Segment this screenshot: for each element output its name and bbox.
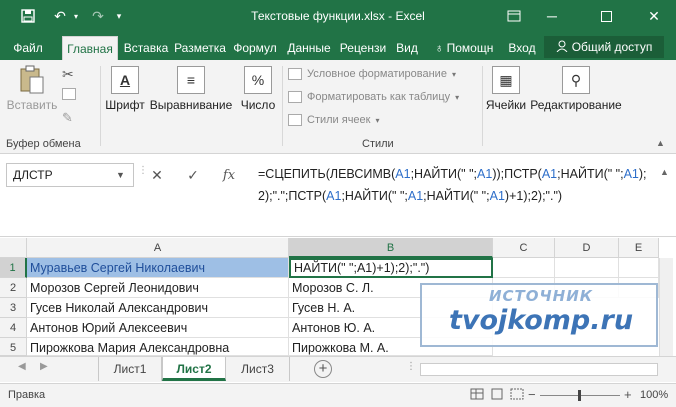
group-divider: [282, 66, 283, 146]
row-header[interactable]: 4: [0, 318, 27, 338]
add-sheet-icon[interactable]: +: [314, 360, 332, 378]
tab-formulas[interactable]: Формул: [228, 36, 282, 60]
cancel-icon[interactable]: ✕: [146, 165, 168, 185]
align-icon: ≡: [177, 66, 205, 94]
tab-file[interactable]: Файл: [6, 36, 50, 60]
conditional-format-icon: [288, 68, 302, 80]
cells-button[interactable]: ▦ Ячейки: [484, 66, 528, 112]
cell-empty[interactable]: [555, 258, 619, 278]
paste-button[interactable]: Вставить: [4, 65, 60, 112]
alignment-button[interactable]: ≡ Выравнивание: [148, 66, 234, 112]
tab-home[interactable]: Главная: [62, 36, 118, 60]
enter-icon[interactable]: ✓: [182, 165, 204, 185]
tab-view[interactable]: Вид: [392, 36, 422, 60]
horizontal-scrollbar[interactable]: [420, 363, 658, 376]
watermark-site: tvojkomp.ru: [448, 305, 634, 336]
column-header-c[interactable]: C: [493, 238, 555, 258]
minimize-icon[interactable]: ─: [534, 0, 570, 32]
insert-function-icon[interactable]: fx: [218, 165, 240, 185]
column-header-b[interactable]: B: [289, 238, 493, 258]
ribbon-tabs: Файл Главная Вставка Разметка Формул Дан…: [0, 32, 676, 60]
cell-a1[interactable]: Муравьев Сергей Николаевич: [27, 258, 289, 278]
select-all-corner[interactable]: [0, 238, 27, 258]
window-title: Текстовые функции.xlsx - Excel: [251, 9, 425, 23]
cell-a3[interactable]: Гусев Николай Александрович: [27, 298, 289, 318]
font-icon: A: [111, 66, 139, 94]
clipboard-icon: [18, 65, 46, 94]
sign-in-link[interactable]: Вход: [504, 36, 540, 60]
cell-a2[interactable]: Морозов Сергей Леонидович: [27, 278, 289, 298]
cell-styles-icon: [288, 114, 302, 126]
styles-group-label: Стили: [362, 138, 394, 150]
group-divider: [482, 66, 483, 146]
ribbon: Вставить ✂ ✎ Буфер обмена A Шрифт ≡ Выра…: [0, 60, 676, 154]
user-icon: [556, 40, 568, 55]
sheet-tab-1[interactable]: Лист1: [98, 357, 162, 381]
zoom-out-icon[interactable]: −: [528, 387, 536, 402]
tab-tell-me[interactable]: ♁ Помощн: [428, 36, 500, 60]
next-sheet-icon[interactable]: ▶: [40, 361, 48, 372]
percent-icon: %: [244, 66, 272, 94]
editing-button[interactable]: ⚲ Редактирование: [530, 66, 622, 112]
cell-styles-button[interactable]: Стили ячеек ▾: [288, 114, 380, 126]
tab-review[interactable]: Рецензи: [336, 36, 390, 60]
collapse-ribbon-icon[interactable]: ▲: [656, 138, 665, 148]
page-layout-icon[interactable]: [490, 388, 504, 403]
sheet-tab-3[interactable]: Лист3: [226, 357, 290, 381]
number-button[interactable]: % Число: [236, 66, 280, 112]
cell-empty[interactable]: [619, 258, 659, 278]
cell-a4[interactable]: Антонов Юрий Алексеевич: [27, 318, 289, 338]
column-header-e[interactable]: E: [619, 238, 659, 258]
ribbon-display-icon[interactable]: [496, 0, 532, 32]
sheet-tabs-bar: ◀ ▶ Лист1 Лист2 Лист3 + ⋮: [0, 356, 676, 382]
name-box[interactable]: ДЛСТР: [6, 163, 134, 187]
font-button[interactable]: A Шрифт: [102, 66, 148, 112]
name-box-dropdown-icon[interactable]: ▼: [116, 163, 125, 187]
zoom-slider-thumb[interactable]: [578, 390, 581, 401]
title-bar: ↶ ▾ ↷ ▾ Текстовые функции.xlsx - Excel ─…: [0, 0, 676, 32]
column-header-d[interactable]: D: [555, 238, 619, 258]
page-break-icon[interactable]: [510, 388, 524, 403]
clipboard-group-label: Буфер обмена: [6, 138, 81, 150]
row-header[interactable]: 1: [0, 258, 27, 278]
prev-sheet-icon[interactable]: ◀: [18, 361, 26, 372]
format-as-table-button[interactable]: Форматировать как таблицу ▾: [288, 91, 459, 103]
row-header[interactable]: 3: [0, 298, 27, 318]
cells-icon: ▦: [492, 66, 520, 94]
sheet-tab-2[interactable]: Лист2: [162, 357, 226, 381]
tab-insert[interactable]: Вставка: [120, 36, 172, 60]
lightbulb-icon: ♁: [434, 41, 444, 55]
formula-input[interactable]: =СЦЕПИТЬ(ЛЕВСИМВ(A1;НАЙТИ(" ";A1));ПСТР(…: [258, 163, 658, 233]
close-icon[interactable]: ✕: [636, 0, 672, 32]
row-header[interactable]: 5: [0, 338, 27, 356]
watermark-caption: ИСТОЧНИК: [488, 287, 594, 305]
cut-icon[interactable]: ✂: [62, 66, 74, 83]
collapse-formula-bar-icon[interactable]: ▲: [660, 167, 669, 177]
conditional-formatting-button[interactable]: Условное форматирование ▾: [288, 68, 456, 80]
vertical-scrollbar[interactable]: [659, 258, 673, 356]
formula-bar: ДЛСТР ▼ ⋮ ✕ ✓ fx =СЦЕПИТЬ(ЛЕВСИМВ(A1;НАЙ…: [0, 155, 676, 237]
tab-split-handle[interactable]: ⋮: [406, 361, 416, 372]
source-watermark: ИСТОЧНИК tvojkomp.ru: [420, 283, 658, 347]
share-button[interactable]: Общий доступ: [544, 36, 664, 58]
maximize-icon[interactable]: [588, 0, 624, 32]
status-bar: Правка − + 100%: [0, 383, 676, 407]
table-icon: [288, 91, 302, 103]
group-divider: [100, 66, 101, 146]
normal-view-icon[interactable]: [470, 388, 484, 403]
cell-a5[interactable]: Пирожкова Мария Александровна: [27, 338, 289, 356]
tab-page-layout[interactable]: Разметка: [172, 36, 228, 60]
zoom-level[interactable]: 100%: [640, 389, 668, 401]
tab-data[interactable]: Данные: [283, 36, 335, 60]
status-mode: Правка: [8, 389, 46, 401]
format-painter-icon[interactable]: ✎: [62, 110, 73, 126]
column-header-a[interactable]: A: [27, 238, 289, 258]
cell-b1[interactable]: НАЙТИ(" ";A1)+1);2);"."): [289, 258, 493, 278]
search-icon: ⚲: [562, 66, 590, 94]
cell-empty[interactable]: [493, 258, 555, 278]
copy-icon[interactable]: [62, 88, 76, 103]
row-header[interactable]: 2: [0, 278, 27, 298]
zoom-in-icon[interactable]: +: [624, 387, 632, 402]
